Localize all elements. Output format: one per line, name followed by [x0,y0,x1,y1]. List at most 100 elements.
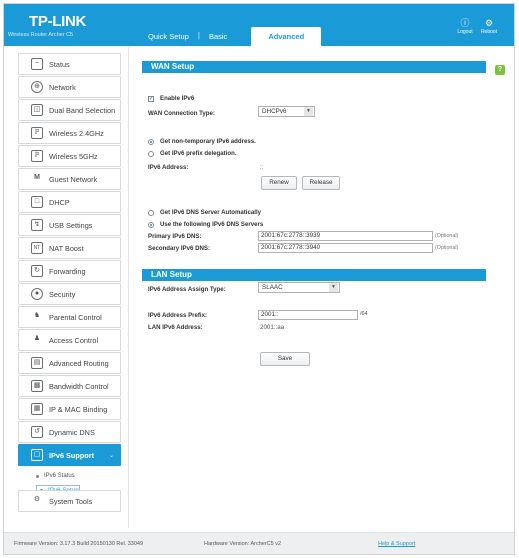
sidebar: ~ Status ⊕ Network ◫ Dual Band Selection ℙW… [4,46,126,526]
radio-prefix[interactable] [148,150,154,157]
prefix-label: IPv6 Address Prefix: [148,312,208,319]
enable-ipv6-label: Enable IPv6 [160,95,195,102]
routing-icon: ▤ [31,357,43,369]
radio-nontemp[interactable] [148,138,154,145]
help-icon[interactable]: ? [495,65,505,75]
help-support-link[interactable]: Help & Support [378,541,415,547]
ipv6-address-value: :: [260,164,264,171]
sidebar-item-label: System Tools [49,496,93,506]
sidebar-item-label: Dynamic DNS [49,427,95,437]
lan-setup-header: LAN Setup [142,269,486,281]
radio-nontemp-label: Get non-temporary IPv6 address. [160,138,256,145]
chevron-down-icon: ⌄ [108,452,114,459]
sidebar-item-wireless-5[interactable]: ℙ Wireless 5GHz [18,145,121,167]
release-button[interactable]: Release [302,176,340,190]
prefix-input[interactable]: 2001:: [258,310,358,320]
dns-auto-label: Get IPv6 DNS Server Automatically [160,209,262,216]
sidebar-item-parental-control[interactable]: ♞ Parental Control [18,306,121,328]
dns-manual-label: Use the following IPv6 DNS Servers [160,221,264,228]
bandwidth-icon: ▩ [31,380,43,392]
sidebar-item-security[interactable]: ● Security [18,283,121,305]
forwarding-icon: ↻ [31,265,43,277]
sidebar-item-dynamic-dns[interactable]: ↺ Dynamic DNS [18,421,121,443]
access-icon: ♟ [33,335,41,342]
model-name: Wireless Router Archer C5 [8,32,74,38]
main-content: WAN Setup ✓ Enable IPv6 WAN Connection T… [142,61,486,366]
sidebar-item-status[interactable]: ~ Status [18,53,121,75]
sidebar-item-label: NAT Boost [49,243,84,253]
sidebar-item-label: Wireless 2.4GHz [49,128,104,138]
sidebar-item-forwarding[interactable]: ↻ Forwarding [18,260,121,282]
sidebar-item-dhcp[interactable]: □ DHCP [18,191,121,213]
reboot-icon: ⚙ [484,18,494,28]
wan-setup-header: WAN Setup [142,61,486,73]
assign-type-value: SLAAC [262,284,283,291]
tab-quick-setup[interactable]: Quick Setup [139,27,198,46]
submenu-ipv6-status[interactable]: IPv6 Status [36,467,126,485]
renew-button[interactable]: Renew [261,176,297,190]
enable-ipv6-row: ✓ Enable IPv6 [148,95,194,102]
sidebar-item-guest-network[interactable]: M Guest Network [18,168,121,190]
sidebar-item-dual-band[interactable]: ◫ Dual Band Selection [18,99,121,121]
primary-dns-label: Primary IPv6 DNS: [148,233,202,240]
wifi-icon: ℙ [31,150,43,162]
sidebar-item-bandwidth-control[interactable]: ▩ Bandwidth Control [18,375,121,397]
sidebar-item-label: Network [49,82,76,92]
sidebar-item-label: Wireless 5GHz [49,151,98,161]
secondary-dns-row: Secondary IPv6 DNS: [148,245,210,252]
status-icon: ~ [31,58,43,70]
lan-address-value: 2001::aa [260,324,285,331]
lan-address-label: LAN IPv6 Address: [148,324,203,331]
dns-manual-row[interactable]: Use the following IPv6 DNS Servers [148,221,263,228]
conn-type-value: DHCPv6 [262,108,287,115]
sidebar-item-access-control[interactable]: ♟ Access Control [18,329,121,351]
radio-dns-manual[interactable] [148,221,154,228]
sidebar-item-usb[interactable]: ↯ USB Settings [18,214,121,236]
assign-type-select[interactable]: SLAAC ▼ [258,282,340,293]
sidebar-item-label: USB Settings [49,220,93,230]
chevron-down-icon: ▼ [329,283,338,292]
tab-basic[interactable]: Basic [200,27,236,46]
wifi-icon: ℙ [31,127,43,139]
assign-type-row: IPv6 Address Assign Type: [148,286,226,293]
footer: Firmware Version: 3.17.3 Build 20150130 … [4,532,514,554]
radio-nontemp-row[interactable]: Get non-temporary IPv6 address. [148,138,256,145]
enable-ipv6-checkbox[interactable]: ✓ [148,95,154,102]
sidebar-item-label: Forwarding [49,266,86,276]
conn-type-label: WAN Connection Type: [148,110,215,117]
primary-dns-row: Primary IPv6 DNS: [148,233,202,240]
tab-advanced[interactable]: Advanced [251,27,322,46]
logout-button[interactable]: ⓘ Logout [453,18,477,35]
sidebar-item-label: Advanced Routing [49,358,109,368]
secondary-dns-label: Secondary IPv6 DNS: [148,245,210,252]
firmware-version: Firmware Version: 3.17.3 Build 20150130 … [14,541,144,547]
chevron-down-icon: ▼ [304,107,313,116]
lan-address-row: LAN IPv6 Address: [148,324,203,331]
radio-prefix-row[interactable]: Get IPv6 prefix delegation. [148,150,237,157]
sidebar-item-network[interactable]: ⊕ Network [18,76,121,98]
sidebar-item-advanced-routing[interactable]: ▤ Advanced Routing [18,352,121,374]
sidebar-divider [128,46,129,528]
dns-auto-row[interactable]: Get IPv6 DNS Server Automatically [148,209,261,216]
sidebar-item-label: Dual Band Selection [49,105,116,115]
sidebar-item-label: IPv6 Support [49,450,95,460]
primary-dns-input[interactable]: 2001:67c:2778::3939 [258,231,433,241]
radio-dns-auto[interactable] [148,209,154,216]
reboot-button[interactable]: ⚙ Reboot [477,18,501,35]
save-button[interactable]: Save [260,352,310,366]
conn-type-select[interactable]: DHCPv6 ▼ [258,106,315,117]
sidebar-item-system-tools[interactable]: ⚙ System Tools [18,490,121,512]
sidebar-item-ip-mac-binding[interactable]: ▦ IP & MAC Binding [18,398,121,420]
sidebar-item-label: DHCP [49,197,70,207]
router-admin-window: TP-LINK Wireless Router Archer C5 Quick … [3,3,515,555]
gear-icon: ⚙ [33,496,41,503]
sidebar-item-wireless-24[interactable]: ℙ Wireless 2.4GHz [18,122,121,144]
prefix-length: /64 [360,311,368,317]
secondary-dns-input[interactable]: 2001:67c:2778::3940 [258,243,433,253]
usb-icon: ↯ [31,219,43,231]
binding-icon: ▦ [31,403,43,415]
primary-optional-note: (Optional) [435,233,459,239]
sidebar-item-nat-boost[interactable]: NT NAT Boost [18,237,121,259]
sidebar-item-ipv6-support[interactable]: ▢ IPv6 Support ⌄ [18,444,121,466]
nat-icon: NT [31,242,43,254]
